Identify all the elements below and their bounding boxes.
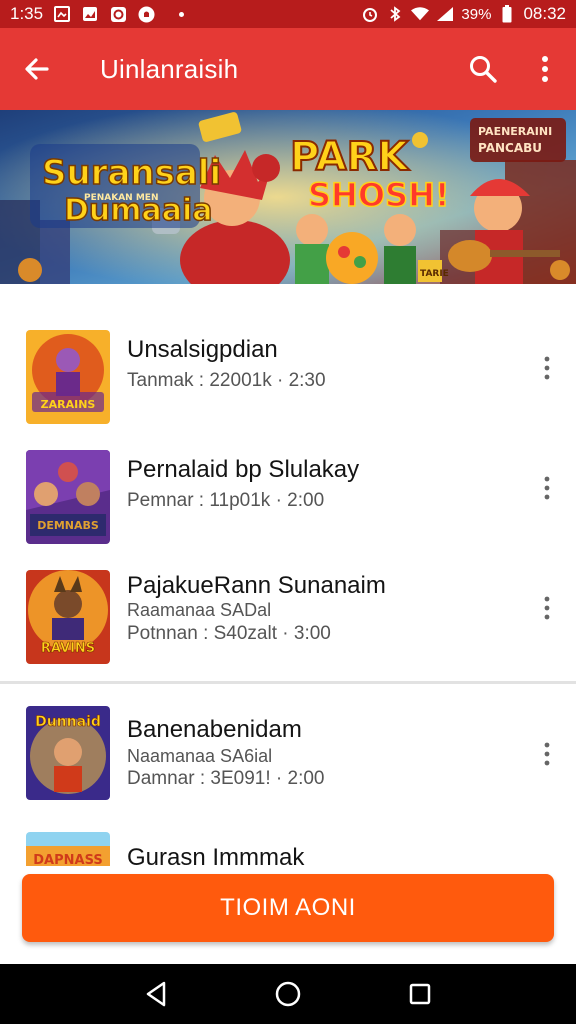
game-thumbnail: ZARAINS bbox=[26, 330, 110, 424]
more-vert-icon bbox=[544, 476, 550, 500]
back-button[interactable] bbox=[0, 28, 74, 110]
more-vert-icon bbox=[544, 742, 550, 766]
thumb-label: DAPNASS bbox=[33, 853, 102, 866]
more-vert-icon bbox=[544, 356, 550, 380]
game-thumbnail: DEMNABS bbox=[26, 450, 110, 544]
game-thumbnail: RAVINS bbox=[26, 570, 110, 664]
item-meta: Damnar : 3E091! · 2:00 bbox=[127, 768, 325, 789]
list-item[interactable]: DEMNABS Pernalaid bp Slulakay Pemnar : 1… bbox=[0, 440, 576, 552]
search-icon bbox=[470, 56, 497, 83]
promo-banner[interactable]: Suransali PENAKAN MEN Dumaaia PARK SHOSH… bbox=[0, 110, 576, 284]
page-title: Uinlanraisih bbox=[100, 53, 239, 84]
item-subtitle: Raamanaa SADal bbox=[127, 600, 272, 620]
list-item[interactable]: RAVINS PajakueRann Sunanaim Raamanaa SAD… bbox=[0, 560, 576, 672]
status-dot bbox=[179, 11, 185, 17]
nav-back-button[interactable] bbox=[136, 974, 176, 1014]
banner-artwork: Suransali PENAKAN MEN Dumaaia PARK SHOSH… bbox=[0, 110, 576, 284]
banner-corner-1: PAENERAINI bbox=[478, 125, 552, 138]
banner-park-text: PARK bbox=[290, 134, 410, 180]
item-title: Gurasn Immmak bbox=[127, 844, 305, 866]
app-bar: Uinlanraisih bbox=[0, 28, 576, 110]
back-triangle-icon bbox=[146, 981, 166, 1007]
list-item[interactable]: ZARAINS Unsalsigpdian Tanmak : 22001k · … bbox=[0, 320, 576, 432]
primary-action-button[interactable]: TIOIM AONI bbox=[22, 874, 554, 942]
item-title: Pernalaid bp Slulakay bbox=[127, 456, 360, 483]
game-thumbnail: Dunnaid bbox=[26, 706, 110, 800]
status-time: 1:35 bbox=[10, 4, 44, 23]
item-menu-button[interactable] bbox=[532, 468, 562, 508]
banner-title-1: Suransali bbox=[42, 153, 221, 193]
more-vert-icon bbox=[542, 56, 548, 82]
game-thumbnail: DAPNASS bbox=[26, 832, 110, 866]
item-meta: Potnnan : S40zalt · 3:00 bbox=[127, 623, 331, 644]
item-menu-button[interactable] bbox=[532, 734, 562, 774]
system-nav-bar bbox=[0, 964, 576, 1024]
signal-icon bbox=[436, 5, 454, 23]
item-menu-button[interactable] bbox=[532, 588, 562, 628]
list-item[interactable]: Dunnaid Banenabenidam Naamanaa SA6ial Da… bbox=[0, 696, 576, 808]
banner-corner-2: PANCABU bbox=[478, 141, 542, 155]
gallery-icon bbox=[53, 5, 71, 23]
nav-home-button[interactable] bbox=[268, 974, 308, 1014]
item-title: Unsalsigpdian bbox=[127, 336, 278, 363]
thumb-label: RAVINS bbox=[41, 641, 95, 656]
thumb-label: Dunnaid bbox=[35, 714, 101, 730]
battery-icon bbox=[498, 5, 516, 23]
banner-shosh-text: SHOSH! bbox=[308, 176, 449, 214]
notification-icon bbox=[137, 5, 155, 23]
banner-title-2: Dumaaia bbox=[64, 193, 213, 228]
banner-badge: TARIE bbox=[420, 269, 449, 279]
section-divider bbox=[0, 681, 576, 684]
item-title: PajakueRann Sunanaim bbox=[127, 572, 386, 599]
status-clock: 08:32 bbox=[523, 4, 566, 23]
cta-container: TIOIM AONI bbox=[0, 866, 576, 964]
more-options-button[interactable] bbox=[514, 28, 576, 110]
game-list: ZARAINS Unsalsigpdian Tanmak : 22001k · … bbox=[0, 284, 576, 866]
bluetooth-icon bbox=[386, 5, 404, 23]
home-circle-icon bbox=[275, 981, 301, 1007]
item-menu-button[interactable] bbox=[532, 348, 562, 388]
image-icon bbox=[81, 5, 99, 23]
list-item[interactable]: DAPNASS Gurasn Immmak bbox=[0, 822, 576, 866]
alarm-icon bbox=[361, 5, 379, 23]
thumb-label: ZARAINS bbox=[41, 398, 96, 411]
item-title: Banenabenidam bbox=[127, 716, 302, 743]
wifi-icon bbox=[411, 5, 430, 23]
item-subtitle: Naamanaa SA6ial bbox=[127, 746, 273, 766]
thumb-label: DEMNABS bbox=[37, 519, 99, 532]
recents-square-icon bbox=[409, 983, 431, 1005]
search-button[interactable] bbox=[452, 28, 514, 110]
item-meta: Tanmak : 22001k · 2:30 bbox=[127, 370, 326, 391]
nav-recents-button[interactable] bbox=[400, 974, 440, 1014]
more-vert-icon bbox=[544, 596, 550, 620]
item-meta: Pemnar : 11p01k · 2:00 bbox=[127, 490, 325, 511]
camera-icon bbox=[109, 5, 127, 23]
back-arrow-icon bbox=[25, 58, 49, 80]
battery-percent: 39% bbox=[461, 5, 492, 23]
status-bar: 1:35 39% 08:32 bbox=[0, 0, 576, 28]
